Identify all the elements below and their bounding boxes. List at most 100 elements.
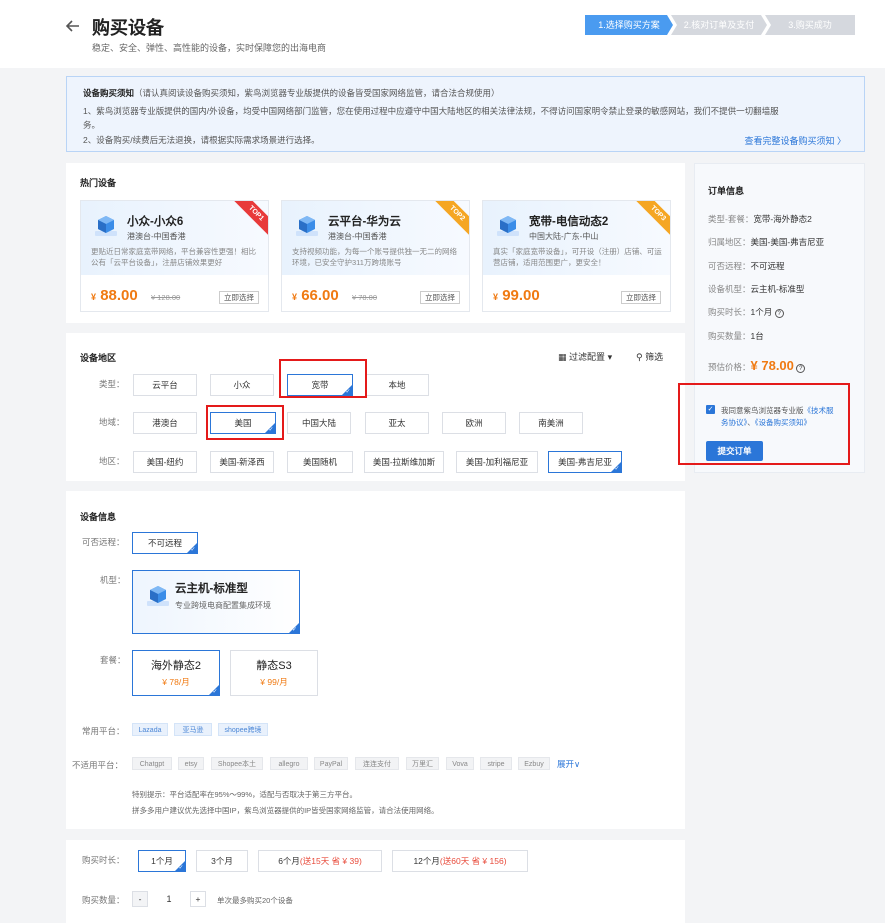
order-row-remote: 可否远程：不可远程 bbox=[708, 261, 785, 271]
device-info-title: 设备信息 bbox=[80, 512, 117, 522]
check-icon: ✓ bbox=[614, 466, 620, 472]
unfit-platform-label: 不适用平台： bbox=[72, 760, 124, 770]
hot-card-select-button[interactable]: 立即选择 bbox=[621, 291, 661, 304]
order-row-duration: 购买时长：1个月 ? bbox=[708, 306, 784, 318]
filter-grid-icon: ▦ bbox=[558, 352, 567, 362]
unfit-tag: Ezbuy bbox=[518, 757, 550, 770]
check-icon: ✓ bbox=[190, 547, 196, 553]
qty-minus-button[interactable]: - bbox=[132, 891, 148, 907]
common-platform-label: 常用平台： bbox=[82, 726, 125, 736]
qty-label: 购买数量： bbox=[82, 895, 125, 905]
zone-option[interactable]: 美国随机 bbox=[287, 451, 353, 473]
notice-full-link[interactable]: 查看完整设备购买须知 〉 bbox=[744, 134, 846, 147]
notice-line-1: 1、紫鸟浏览器专业版提供的国内/外设备，均受中国网络部门监管，您在使用过程中应遵… bbox=[83, 106, 779, 116]
duration-option-12m[interactable]: 12个月(送60天 省 ¥ 156) bbox=[392, 850, 528, 872]
type-option-cloud[interactable]: 云平台 bbox=[133, 374, 197, 396]
model-name: 云主机-标准型 bbox=[175, 583, 248, 595]
model-option[interactable]: 云主机-标准型 专业跨境电商配置集成环境 ✓ bbox=[132, 570, 300, 634]
notice-title: 设备购买须知 bbox=[83, 88, 135, 98]
filter-button[interactable]: ⚲ 筛选 bbox=[636, 350, 663, 363]
order-estimate: 预估价格：¥ 78.00 ? bbox=[708, 358, 806, 373]
progress-steps: 1.选择购买方案 2.核对订单及支付 3.购买成功 bbox=[585, 15, 855, 35]
check-icon: ✓ bbox=[292, 627, 298, 633]
cube-icon bbox=[296, 216, 318, 236]
page-header: 购买设备 稳定、安全、弹性、高性能的设备，实时保障您的出海电商 1.选择购买方案… bbox=[0, 0, 885, 68]
zone-option[interactable]: 美国-新泽西 bbox=[210, 451, 274, 473]
area-option-europe[interactable]: 欧洲 bbox=[442, 412, 506, 434]
hot-card-name: 云平台-华为云 bbox=[328, 216, 401, 228]
hot-card-price: ¥ 66.00 bbox=[292, 287, 339, 304]
check-icon: ✓ bbox=[178, 865, 184, 871]
zone-option[interactable]: 美国-加利福尼亚 bbox=[456, 451, 538, 473]
page-subtitle: 稳定、安全、弹性、高性能的设备，实时保障您的出海电商 bbox=[92, 43, 327, 53]
order-row-type: 类型-套餐：宽带-海外静态2 bbox=[708, 214, 812, 224]
qty-plus-button[interactable]: + bbox=[190, 891, 206, 907]
hot-card-select-button[interactable]: 立即选择 bbox=[219, 291, 259, 304]
order-row-region: 归属地区：美国-美国-弗吉尼亚 bbox=[708, 237, 825, 247]
notice-line-1b: 务。 bbox=[83, 120, 101, 130]
region-title: 设备地区 bbox=[80, 353, 117, 363]
area-option-apac[interactable]: 亚太 bbox=[365, 412, 429, 434]
purchase-notice: 设备购买须知（请认真阅读设备购买须知，紫鸟浏览器专业版提供的设备皆受国家网络监管… bbox=[66, 76, 865, 152]
order-row-model: 设备机型：云主机-标准型 bbox=[708, 284, 805, 294]
zone-label: 地区： bbox=[99, 456, 125, 466]
duration-option-6m[interactable]: 6个月(送15天 省 ¥ 39) bbox=[258, 850, 382, 872]
page-title: 购买设备 bbox=[92, 18, 164, 38]
type-option-local[interactable]: 本地 bbox=[365, 374, 429, 396]
qty-input[interactable]: 1 bbox=[150, 891, 188, 907]
highlight-box bbox=[279, 359, 367, 398]
plan-option-1[interactable]: 海外静态2 ¥ 78/月 ✓ bbox=[132, 650, 220, 696]
pdd-tip: 拼多多用户建议优先选择中国IP，紫鸟浏览器提供的IP皆受国家网络监管，请合法使用… bbox=[132, 806, 439, 815]
qty-note: 单次最多购买20个设备 bbox=[217, 896, 293, 905]
area-label: 地域： bbox=[99, 417, 125, 427]
help-icon[interactable]: ? bbox=[774, 309, 784, 318]
unfit-tag: Shopee本土 bbox=[211, 757, 263, 770]
hot-card-price: ¥ 99.00 bbox=[493, 287, 540, 304]
highlight-box bbox=[678, 383, 850, 465]
hot-card-1[interactable]: 小众-小众6 港澳台-中国香港 更贴近日常家庭宽带网络，平台兼容性更强！相比公有… bbox=[80, 200, 269, 312]
hot-card-region: 中国大陆-广东-中山 bbox=[529, 232, 599, 241]
hot-card-region: 港澳台-中国香港 bbox=[328, 232, 387, 241]
hot-card-desc: 更贴近日常家庭宽带网络，平台兼容性更强！相比公有「云平台设备」，注册店铺效果更好 bbox=[91, 247, 256, 267]
step-select-plan: 1.选择购买方案 bbox=[585, 15, 673, 35]
type-label: 类型： bbox=[99, 379, 125, 389]
area-option-south-america[interactable]: 南美洲 bbox=[519, 412, 583, 434]
back-arrow-icon[interactable] bbox=[64, 17, 82, 35]
caret-down-icon: ▾ bbox=[607, 352, 613, 362]
platform-tag: shopee跨境 bbox=[218, 723, 268, 736]
check-icon: ✓ bbox=[212, 689, 218, 695]
unfit-tag: Vova bbox=[446, 757, 474, 770]
hot-card-name: 小众-小众6 bbox=[127, 216, 184, 228]
expand-link[interactable]: 展开∨ bbox=[557, 758, 580, 770]
zone-option-virginia[interactable]: 美国-弗吉尼亚 ✓ bbox=[548, 451, 622, 473]
duration-option-1m[interactable]: 1个月 ✓ bbox=[138, 850, 186, 872]
hot-card-old-price: ¥ 78.00 bbox=[352, 293, 378, 302]
chevron-down-icon: ∨ bbox=[574, 759, 581, 769]
hot-card-old-price: ¥ 128.00 bbox=[151, 293, 181, 302]
zone-option[interactable]: 美国-纽约 bbox=[133, 451, 197, 473]
duration-option-3m[interactable]: 3个月 bbox=[196, 850, 248, 872]
highlight-box bbox=[206, 405, 284, 440]
area-option-hkmotw[interactable]: 港澳台 bbox=[133, 412, 197, 434]
notice-title-note: （请认真阅读设备购买须知，紫鸟浏览器专业版提供的设备皆受国家网络监管，请合法合规… bbox=[134, 88, 500, 98]
platform-tag: Lazada bbox=[132, 723, 168, 736]
hot-card-select-button[interactable]: 立即选择 bbox=[420, 291, 460, 304]
order-row-qty: 购买数量：1台 bbox=[708, 331, 764, 341]
cube-icon bbox=[147, 586, 169, 606]
duration-label: 购买时长： bbox=[82, 855, 125, 865]
hot-card-2[interactable]: 云平台-华为云 港澳台-中国香港 支持视频功能，为每一个账号提供独一无二的网络环… bbox=[281, 200, 470, 312]
filter-config[interactable]: ▦ 过滤配置 ▾ bbox=[558, 350, 612, 363]
area-option-mainland[interactable]: 中国大陆 bbox=[287, 412, 351, 434]
cube-icon bbox=[497, 216, 519, 236]
type-option-niche[interactable]: 小众 bbox=[210, 374, 274, 396]
plan-option-2[interactable]: 静态S3 ¥ 99/月 bbox=[230, 650, 318, 696]
help-icon[interactable]: ? bbox=[796, 364, 806, 373]
hot-card-desc: 真实「家庭宽带设备」，可开设（注册）店铺、可运营店铺，适用范围更广，更安全！ bbox=[493, 247, 662, 267]
step-confirm-order: 2.核对订单及支付 bbox=[671, 15, 767, 35]
hot-devices-title: 热门设备 bbox=[80, 178, 117, 188]
hot-card-3[interactable]: 宽带-电信动态2 中国大陆-广东-中山 真实「家庭宽带设备」，可开设（注册）店铺… bbox=[482, 200, 671, 312]
zone-option[interactable]: 美国-拉斯维加斯 bbox=[364, 451, 444, 473]
unfit-tag: 连连支付 bbox=[355, 757, 399, 770]
step-success: 3.购买成功 bbox=[765, 15, 855, 35]
remote-option[interactable]: 不可远程 ✓ bbox=[132, 532, 198, 554]
